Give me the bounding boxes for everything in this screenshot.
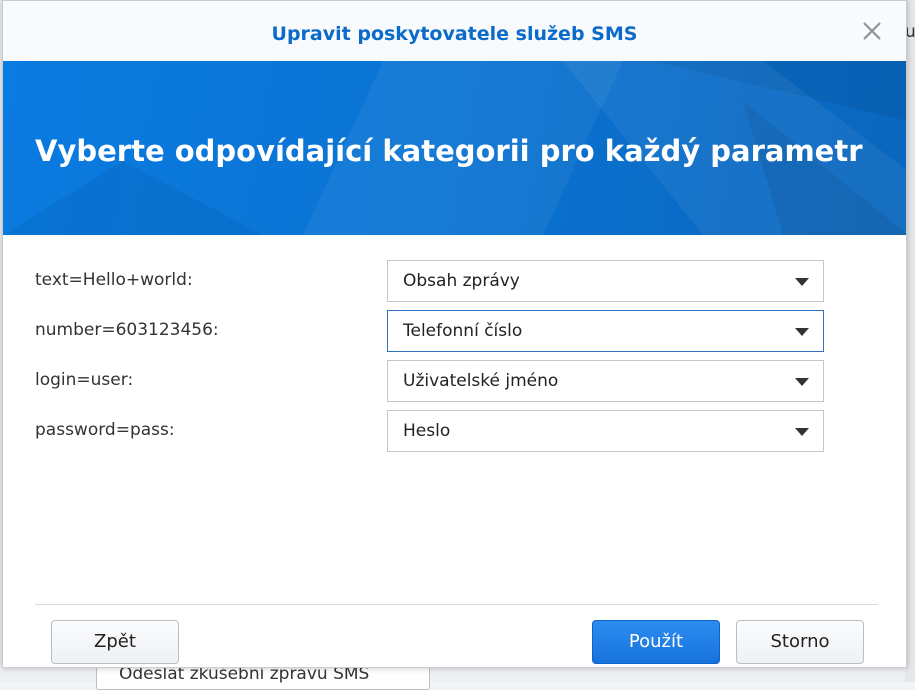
chevron-down-icon — [795, 328, 809, 336]
parameter-row-password: password=pass: Heslo — [3, 410, 906, 452]
parameter-row-login: login=user: Uživatelské jméno — [3, 360, 906, 402]
chevron-down-icon — [795, 428, 809, 436]
parameter-label: login=user: — [35, 370, 134, 390]
apply-button[interactable]: Použít — [592, 620, 720, 664]
parameter-row-number: number=603123456: Telefonní číslo — [3, 310, 906, 352]
select-value: Obsah zprávy — [403, 271, 520, 291]
parameter-label: password=pass: — [35, 420, 175, 440]
select-value: Heslo — [403, 421, 451, 441]
category-select-text[interactable]: Obsah zprávy — [387, 260, 824, 302]
dialog-title: Upravit poskytovatele služeb SMS — [271, 23, 638, 45]
cancel-button[interactable]: Storno — [736, 620, 864, 664]
category-select-password[interactable]: Heslo — [387, 410, 824, 452]
close-button[interactable] — [860, 19, 884, 43]
parameter-label: number=603123456: — [35, 320, 219, 340]
footer-divider — [35, 604, 878, 605]
edit-sms-provider-dialog: Upravit poskytovatele služeb SMS Vyberte… — [2, 0, 907, 668]
chevron-down-icon — [795, 278, 809, 286]
banner-title: Vyberte odpovídající kategorii pro každý… — [35, 134, 863, 168]
dialog-titlebar: Upravit poskytovatele služeb SMS — [3, 1, 906, 61]
select-value: Telefonní číslo — [403, 321, 523, 341]
chevron-down-icon — [795, 378, 809, 386]
back-button[interactable]: Zpět — [51, 620, 179, 664]
select-value: Uživatelské jméno — [403, 371, 559, 391]
parameter-row-text: text=Hello+world: Obsah zprávy — [3, 260, 906, 302]
category-select-login[interactable]: Uživatelské jméno — [387, 360, 824, 402]
parameter-label: text=Hello+world: — [35, 270, 193, 290]
category-select-number[interactable]: Telefonní číslo — [387, 310, 824, 352]
dialog-banner: Vyberte odpovídající kategorii pro každý… — [3, 61, 906, 235]
close-icon — [863, 22, 881, 40]
